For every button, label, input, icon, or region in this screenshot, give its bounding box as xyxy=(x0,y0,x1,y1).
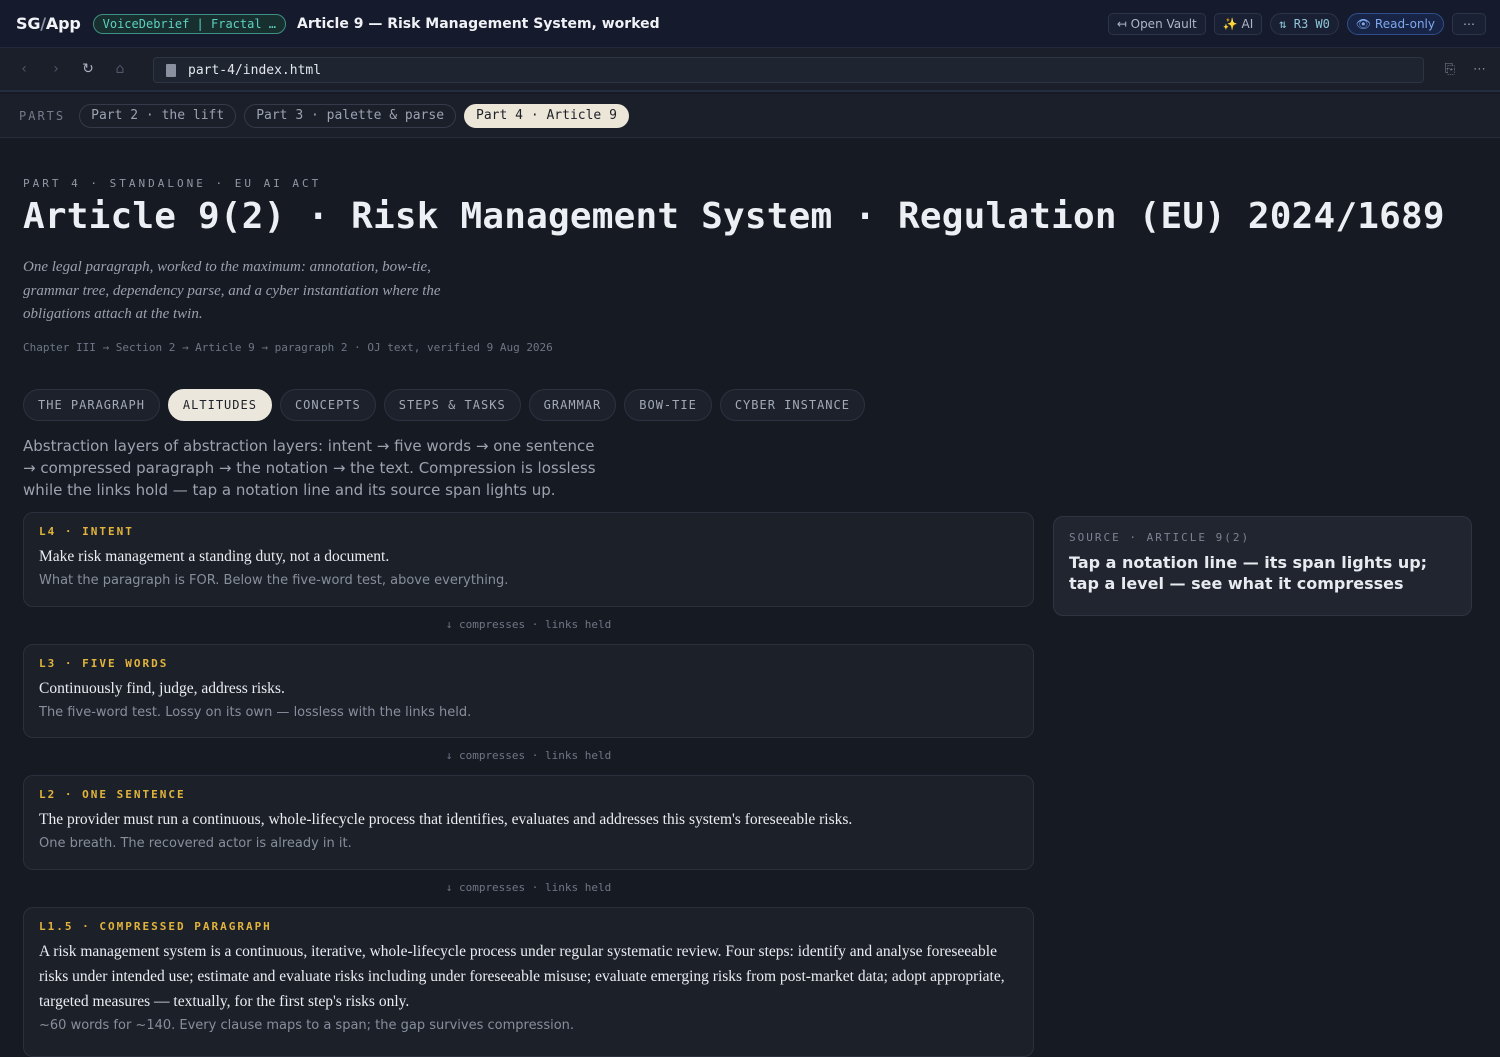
app-logo[interactable]: SG/App xyxy=(16,14,81,33)
home-icon[interactable]: ⌂ xyxy=(104,61,136,77)
section-tabs: THE PARAGRAPH ALTITUDES CONCEPTS STEPS &… xyxy=(23,389,865,421)
level-text: Make risk management a standing duty, no… xyxy=(39,548,390,565)
reload-icon[interactable]: ↻ xyxy=(72,61,104,77)
tab-bow-tie[interactable]: BOW-TIE xyxy=(624,389,712,421)
level-card-l3[interactable]: L3 · FIVE WORDS Continuously find, judge… xyxy=(23,644,1034,738)
app-header: SG/App VoiceDebrief | Fractal … Article … xyxy=(0,0,1500,48)
level-text: Continuously find, judge, address risks. xyxy=(39,680,285,697)
compress-connector: ↓ compresses · links held xyxy=(445,881,612,894)
level-note: One breath. The recovered actor is alrea… xyxy=(39,836,352,851)
vault-chip[interactable]: VoiceDebrief | Fractal … xyxy=(92,13,287,34)
source-hint: Tap a notation line — its span lights up… xyxy=(1069,553,1428,593)
main-content: PART 4 · STANDALONE · EU AI ACT Article … xyxy=(0,138,1500,1057)
compress-connector: ↓ compresses · links held xyxy=(445,618,612,631)
file-icon xyxy=(166,63,176,77)
document-title: Article 9 — Risk Management System, work… xyxy=(297,15,660,32)
url-text: part-4/index.html xyxy=(188,62,322,78)
source-panel: SOURCE · ARTICLE 9(2) Tap a notation lin… xyxy=(1053,516,1472,616)
level-card-l4[interactable]: L4 · INTENT Make risk management a stand… xyxy=(23,512,1034,607)
open-vault-button[interactable]: ↤ Open Vault xyxy=(1107,12,1206,35)
more-menu-button[interactable]: ⋯ xyxy=(1452,12,1486,35)
level-label: L1.5 · COMPRESSED PARAGRAPH xyxy=(39,920,272,933)
page-title: Article 9(2) · Risk Management System · … xyxy=(23,196,1445,237)
altitudes-intro: Abstraction layers of abstraction layers… xyxy=(23,437,596,499)
level-card-l2[interactable]: L2 · ONE SENTENCE The provider must run … xyxy=(23,775,1034,870)
part-tab-3[interactable]: Part 3 · palette & parse xyxy=(244,103,457,128)
level-note: The five-word test. Lossy on its own — l… xyxy=(39,705,472,720)
level-text: The provider must run a continuous, whol… xyxy=(39,811,853,828)
page-eyebrow: PART 4 · STANDALONE · EU AI ACT xyxy=(23,177,322,190)
source-label: SOURCE · ARTICLE 9(2) xyxy=(1069,531,1251,544)
level-note: ~60 words for ~140. Every clause maps to… xyxy=(39,1018,575,1033)
tab-cyber-instance[interactable]: CYBER INSTANCE xyxy=(719,389,865,421)
compress-connector: ↓ compresses · links held xyxy=(445,749,612,762)
level-note: What the paragraph is FOR. Below the fiv… xyxy=(39,573,509,588)
parts-label: PARTS xyxy=(19,108,66,123)
part-tab-2[interactable]: Part 2 · the lift xyxy=(79,103,237,128)
level-text: A risk management system is a continuous… xyxy=(39,943,1005,1010)
forward-icon[interactable]: › xyxy=(40,61,72,77)
read-write-counter[interactable]: ⇅ R3 W0 xyxy=(1270,12,1339,35)
level-label: L4 · INTENT xyxy=(39,525,134,538)
back-icon[interactable]: ‹ xyxy=(8,61,40,77)
level-card-l1-5[interactable]: L1.5 · COMPRESSED PARAGRAPH A risk manag… xyxy=(23,907,1034,1057)
tab-steps-tasks[interactable]: STEPS & TASKS xyxy=(383,389,521,421)
level-label: L2 · ONE SENTENCE xyxy=(39,788,186,801)
tab-grammar[interactable]: GRAMMAR xyxy=(528,389,617,421)
read-only-badge[interactable]: 👁 Read-only xyxy=(1346,12,1444,35)
address-bar: ‹ › ↻ ⌂ part-4/index.html ⎘ ⋯ xyxy=(0,48,1500,92)
page-subtitle: One legal paragraph, worked to the maxim… xyxy=(23,259,441,322)
tab-concepts[interactable]: CONCEPTS xyxy=(279,389,376,421)
level-label: L3 · FIVE WORDS xyxy=(39,657,169,670)
url-field[interactable]: part-4/index.html xyxy=(153,57,1424,83)
address-more-icon[interactable]: ⋯ xyxy=(1473,62,1486,77)
part-tab-4[interactable]: Part 4 · Article 9 xyxy=(464,103,629,128)
copy-icon[interactable]: ⎘ xyxy=(1445,62,1455,77)
ai-button[interactable]: ✨ AI xyxy=(1213,12,1263,35)
tab-altitudes[interactable]: ALTITUDES xyxy=(167,389,272,421)
breadcrumb: Chapter III → Section 2 → Article 9 → pa… xyxy=(23,341,553,354)
parts-nav: PARTS Part 2 · the lift Part 3 · palette… xyxy=(0,94,1500,138)
tab-the-paragraph[interactable]: THE PARAGRAPH xyxy=(23,389,160,421)
